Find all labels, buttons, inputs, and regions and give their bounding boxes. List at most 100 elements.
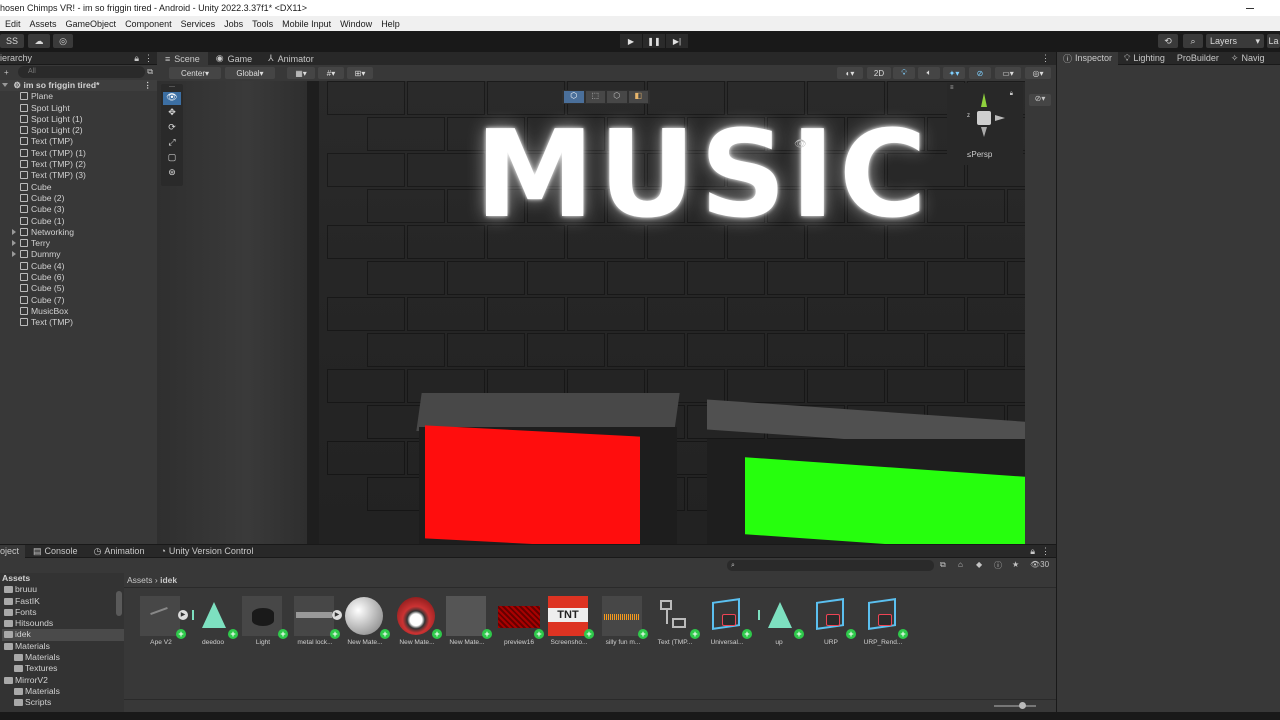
undo-history-icon[interactable]: ⟲	[1158, 34, 1178, 48]
tab-navigation[interactable]: ✧ Navig	[1225, 53, 1271, 64]
space-dropdown[interactable]: Global ▾	[225, 67, 275, 79]
cloud-icon[interactable]: ☁	[28, 34, 50, 48]
hierarchy-item[interactable]: Terry	[0, 238, 157, 249]
audio-toggle-icon[interactable]: 🔈︎	[918, 67, 940, 79]
project-folder-item[interactable]: Textures	[2, 663, 124, 674]
move-tool-icon[interactable]: ✥	[163, 107, 181, 120]
asset-item[interactable]: + New Mate...	[342, 596, 390, 646]
hierarchy-item[interactable]: Cube (4)	[0, 261, 157, 272]
hierarchy-item[interactable]: Text (TMP)	[0, 317, 157, 328]
hierarchy-item[interactable]: MusicBox	[0, 306, 157, 317]
persp-label[interactable]: ≤Persp	[967, 150, 992, 159]
hierarchy-item[interactable]: Text (TMP) (2)	[0, 159, 157, 170]
increment-snap-icon[interactable]: ⊞▾	[347, 67, 373, 79]
step-button[interactable]: ▶|	[666, 34, 688, 48]
lighting-toggle-icon[interactable]: 💡︎	[893, 67, 915, 79]
hierarchy-item[interactable]: Text (TMP) (3)	[0, 170, 157, 181]
hierarchy-item[interactable]: Spot Light (2)	[0, 125, 157, 136]
filter-icon[interactable]: ⧉	[147, 67, 153, 77]
camera-settings-icon[interactable]: ▭▾	[995, 67, 1021, 79]
overlay-menu-icon[interactable]: ⊘▾	[1029, 94, 1051, 106]
asset-item[interactable]: + Universal...	[704, 596, 752, 646]
hierarchy-item[interactable]: Cube	[0, 182, 157, 193]
hierarchy-item[interactable]: Dummy	[0, 249, 157, 260]
menu-window[interactable]: Window	[335, 19, 376, 29]
menu-gameobject[interactable]: GameObject	[61, 19, 121, 29]
hierarchy-item[interactable]: Cube (3)	[0, 204, 157, 215]
layers-dropdown[interactable]: Layers ▾	[1206, 34, 1264, 48]
edge-mode-icon[interactable]: ⬡	[607, 91, 627, 103]
view-tool-icon[interactable]: 👁︎	[163, 92, 181, 105]
menu-edit[interactable]: Edit	[0, 19, 25, 29]
grid-snap-icon[interactable]: ▦▾	[287, 67, 315, 79]
tab-scene[interactable]: ≡ Scene	[157, 52, 208, 65]
rect-tool-icon[interactable]: ▢	[163, 152, 181, 165]
collab-icon[interactable]: ◎	[53, 34, 73, 48]
visibility-toggle-icon[interactable]: ⊘	[969, 67, 991, 79]
asset-item[interactable]: + URP	[808, 596, 856, 646]
gizmo-neg-y-axis[interactable]	[981, 127, 987, 137]
scene-menu-icon[interactable]: ⋮	[143, 80, 152, 91]
menu-jobs[interactable]: Jobs	[219, 19, 247, 29]
tab-lighting[interactable]: 💡︎ Lighting	[1118, 53, 1171, 64]
tree-scrollbar-thumb[interactable]	[116, 591, 122, 616]
object-mode-icon[interactable]: ⬡	[564, 91, 584, 103]
hierarchy-item[interactable]: Cube (5)	[0, 283, 157, 294]
vertex-mode-icon[interactable]: ⬚	[585, 91, 605, 103]
tab-game[interactable]: ◉ Game	[208, 52, 260, 65]
project-folder-item[interactable]: Hitsounds	[2, 618, 124, 629]
hierarchy-item[interactable]: Text (TMP)	[0, 136, 157, 147]
gizmo-center[interactable]	[977, 111, 991, 125]
scene-menu-kebab-icon[interactable]: ⋮	[1041, 53, 1050, 64]
scale-tool-icon[interactable]: ⤢	[163, 137, 181, 150]
project-folder-item[interactable]: idek	[2, 629, 124, 641]
pause-button[interactable]: ❚❚	[643, 34, 665, 48]
gizmo-y-axis[interactable]	[981, 93, 987, 107]
menu-mobile-input[interactable]: Mobile Input	[277, 19, 335, 29]
toggle-2d-button[interactable]: 2D	[867, 67, 891, 79]
search-icon[interactable]: ⌕	[1183, 34, 1203, 48]
tab-probuilder[interactable]: ProBuilder	[1171, 53, 1225, 63]
hierarchy-item[interactable]: Networking	[0, 227, 157, 238]
minimize-icon[interactable]	[1244, 0, 1256, 16]
play-button[interactable]: ▶	[620, 34, 642, 48]
menu-help[interactable]: Help	[376, 19, 404, 29]
hierarchy-item[interactable]: Cube (2)	[0, 193, 157, 204]
asset-item[interactable]: + Light	[240, 596, 288, 646]
tab-inspector[interactable]: ⓘ Inspector	[1057, 51, 1119, 65]
project-folder-item[interactable]: MirrorV2	[2, 675, 124, 686]
tab-console[interactable]: ▤ Console	[25, 546, 86, 557]
expand-arrow-icon[interactable]	[2, 83, 8, 87]
rotate-tool-icon[interactable]: ⟳	[163, 122, 181, 135]
project-folder-item[interactable]: Materials	[2, 686, 124, 697]
asset-item[interactable]: + up	[756, 596, 804, 646]
project-folder-item[interactable]: bruuu	[2, 584, 124, 595]
project-folder-item[interactable]: Scripts	[2, 697, 124, 708]
shading-mode-icon[interactable]: ◐▾	[837, 67, 863, 79]
asset-item[interactable]: + Text (TMP...	[652, 596, 700, 646]
hierarchy-item[interactable]: Plane	[0, 91, 157, 102]
hierarchy-item[interactable]: Spot Light (1)	[0, 114, 157, 125]
pivot-dropdown[interactable]: Center ▾	[169, 67, 221, 79]
gizmos-dropdown-icon[interactable]: ◎▾	[1025, 67, 1051, 79]
scene-viewport[interactable]: MUSIC — 👁︎ ✥ ⟳ ⤢ ▢ ⊛ ⬡ ⬚ ⬡ ◧ ≡ 🔒︎ z ≤Per…	[157, 81, 1025, 544]
asset-item[interactable]: + preview16	[496, 596, 544, 646]
gizmo-lock-icon[interactable]: 🔒︎	[1010, 91, 1013, 98]
asset-item[interactable]: + silly fun m...	[600, 596, 648, 646]
hierarchy-item[interactable]: Cube (7)	[0, 295, 157, 306]
lock-icon[interactable]: 🔒︎	[134, 53, 139, 64]
asset-item[interactable]: + deedoo	[190, 596, 238, 646]
asset-item[interactable]: + New Mate...	[444, 596, 492, 646]
scene-root-row[interactable]: ⚙ im so friggin tired* ⋮	[0, 80, 157, 92]
asset-item[interactable]: ▶ + metal lock...	[292, 596, 342, 646]
face-mode-icon[interactable]: ◧	[628, 91, 648, 103]
kebab-menu-icon[interactable]: ⋮	[144, 53, 153, 64]
asset-item[interactable]: + New Mate...	[394, 596, 442, 646]
layout-dropdown[interactable]: La	[1267, 34, 1280, 48]
add-icon[interactable]: +	[4, 68, 9, 77]
account-dropdown[interactable]: SS	[0, 34, 24, 48]
expand-arrow-icon[interactable]	[12, 228, 16, 235]
menu-component[interactable]: Component	[120, 19, 176, 29]
menu-tools[interactable]: Tools	[247, 19, 277, 29]
asset-item[interactable]: + URP_Rend...	[860, 596, 908, 646]
